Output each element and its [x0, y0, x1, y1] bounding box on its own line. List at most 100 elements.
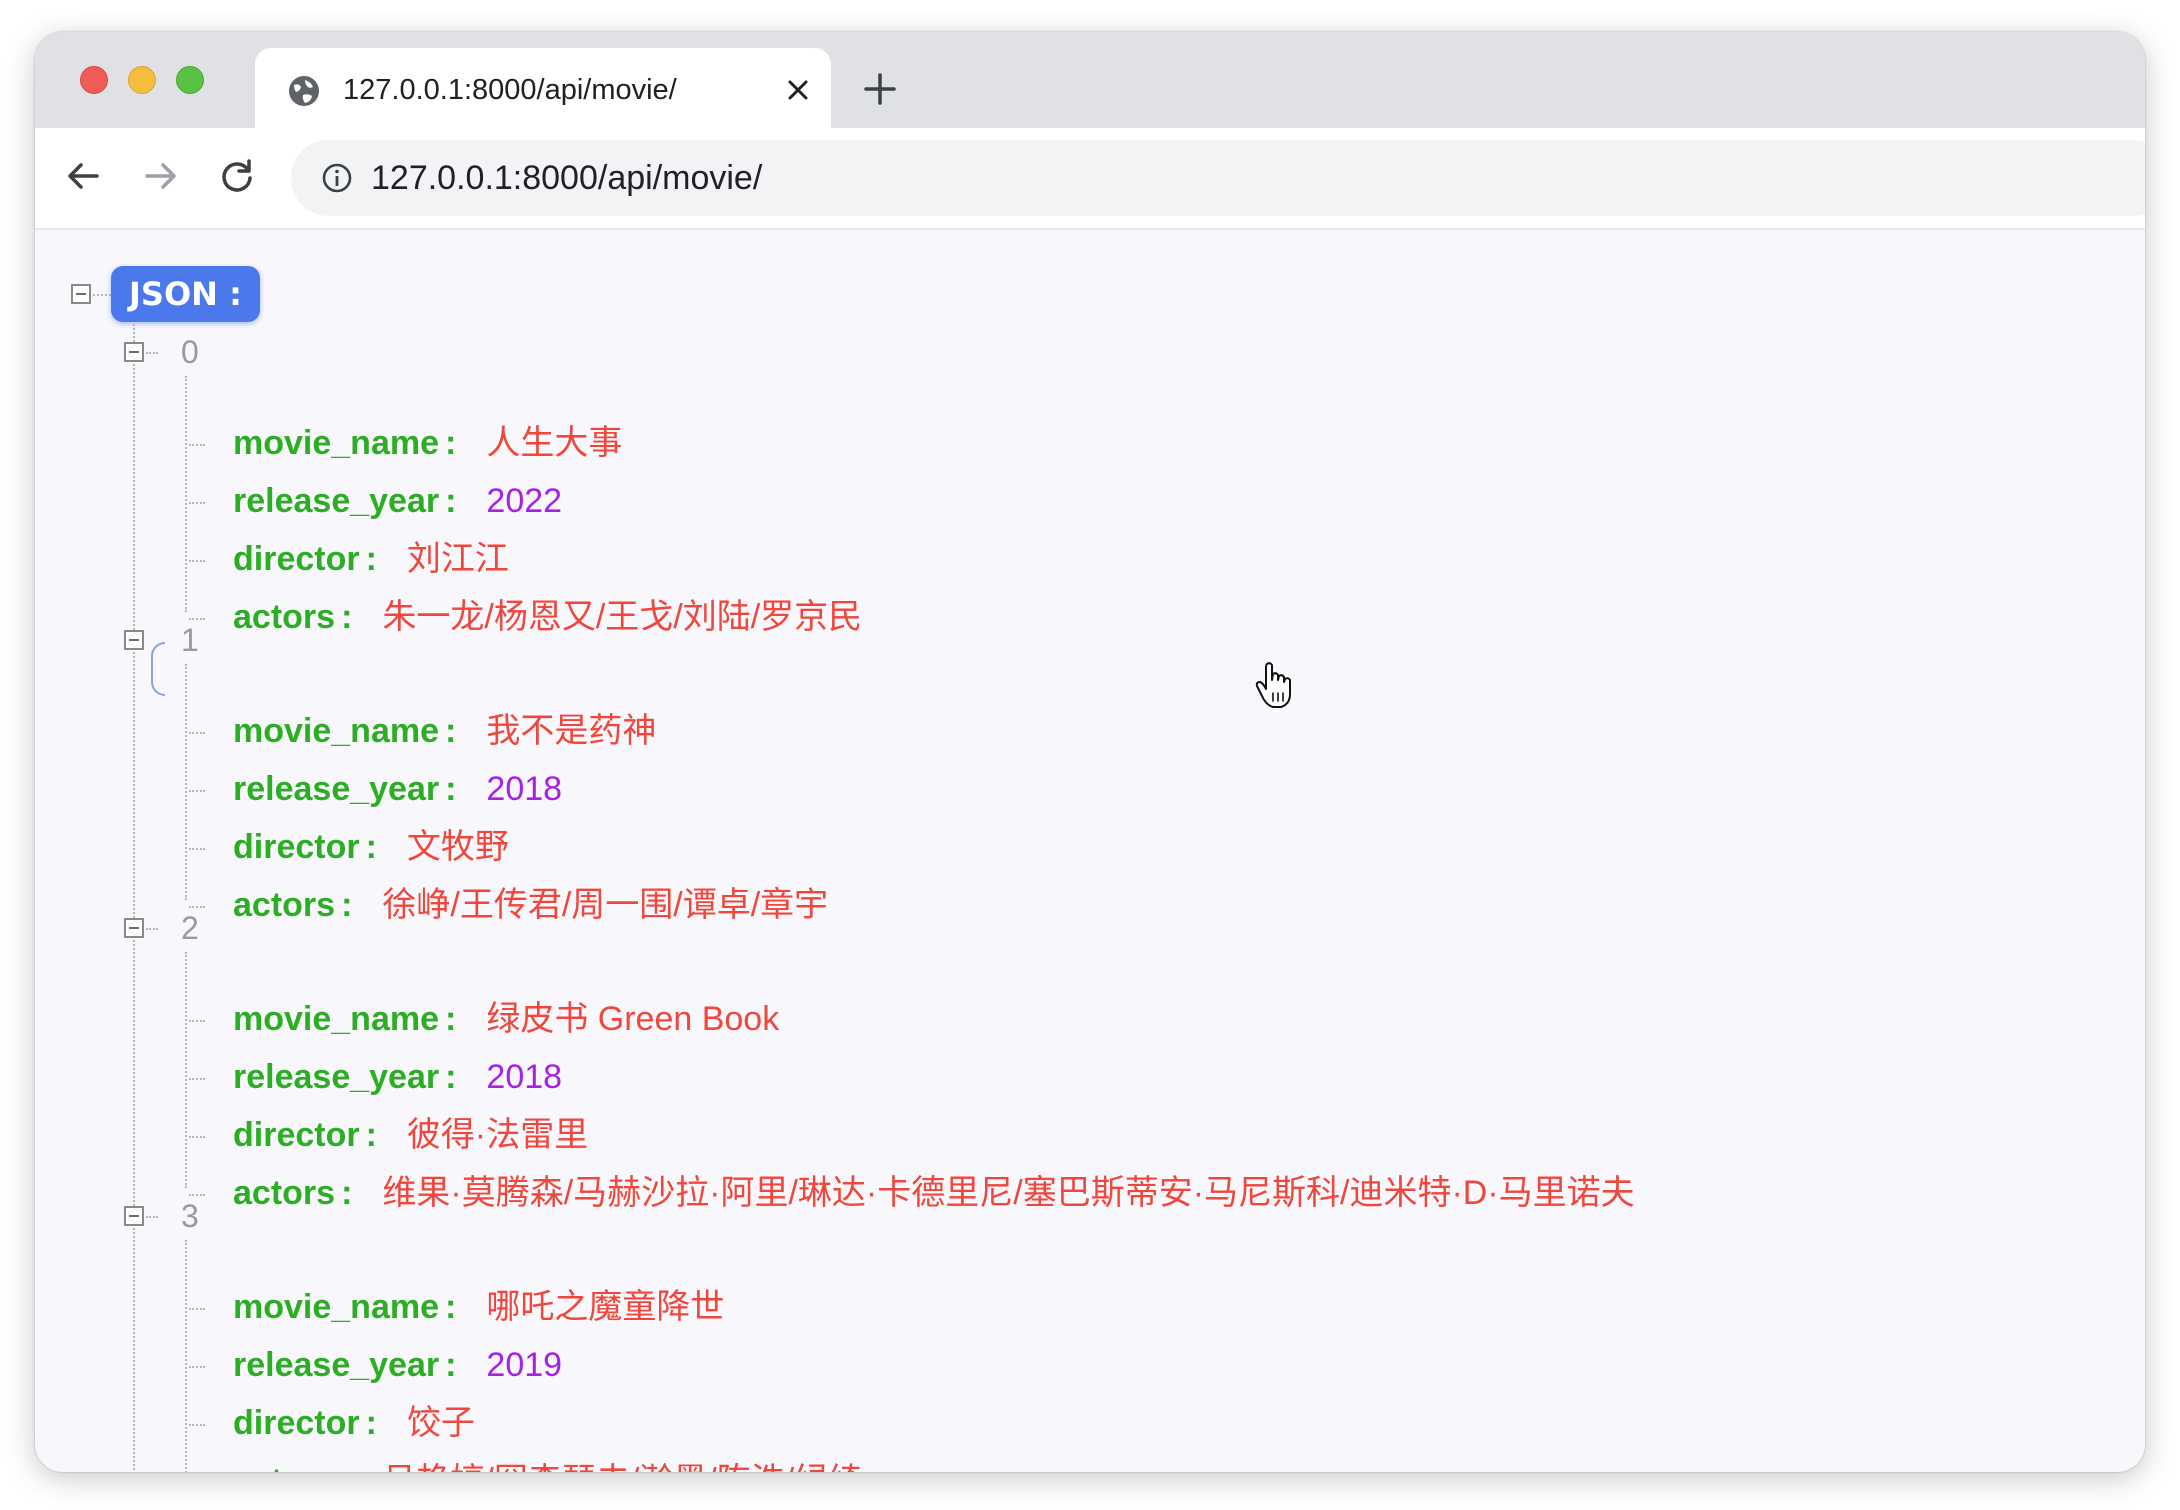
- field-key: release_year: [233, 1346, 440, 1384]
- field-key: actors: [233, 598, 336, 636]
- tree-connector: [189, 1078, 205, 1080]
- field-director: director: 彼得·法雷里: [233, 1110, 588, 1160]
- field-movie-name: movie_name: 哪吒之魔童降世: [233, 1282, 724, 1332]
- back-arrow-icon[interactable]: [63, 156, 103, 196]
- field-value: 刘江江: [406, 540, 509, 578]
- field-actors: actors: 朱一龙/杨恩又/王戈/刘陆/罗京民: [233, 592, 862, 642]
- tree-connector: [189, 502, 205, 504]
- field-value: 人生大事: [486, 424, 623, 462]
- field-actors: actors: 徐峥/王传君/周一围/谭卓/章宇: [233, 880, 828, 930]
- field-colon: :: [445, 712, 457, 750]
- field-key: director: [233, 540, 360, 578]
- tree-connector: [189, 1366, 205, 1368]
- field-release-year: release_year:2018: [233, 764, 562, 814]
- tree-connector: [93, 294, 111, 296]
- collapse-root-icon[interactable]: [71, 284, 91, 304]
- field-colon: :: [445, 1000, 457, 1038]
- open-brace-highlight: [151, 642, 165, 696]
- field-value: 维果·莫腾森/马赫沙拉·阿里/琳达·卡德里尼/塞巴斯蒂安·马尼斯科/迪米特·D·…: [382, 1174, 1635, 1212]
- field-key: release_year: [233, 1058, 440, 1096]
- tree-connector: [189, 1424, 205, 1426]
- field-value: 文牧野: [406, 828, 509, 866]
- field-movie-name: movie_name: 人生大事: [233, 418, 622, 468]
- field-colon: :: [445, 1058, 457, 1096]
- field-key: movie_name: [233, 1288, 439, 1326]
- item-index: 0: [181, 334, 199, 370]
- json-viewer: JSON : 0 movie_name: 人生大事 release_year:20…: [35, 232, 2145, 1472]
- field-value: 2019: [486, 1346, 563, 1384]
- field-value: 2018: [486, 1058, 563, 1096]
- field-colon: :: [445, 424, 457, 462]
- field-key: actors: [233, 1462, 335, 1472]
- item-index: 3: [181, 1198, 199, 1234]
- field-key: director: [233, 828, 360, 866]
- tree-connector: [185, 952, 187, 1188]
- field-director: director: 文牧野: [233, 822, 509, 872]
- field-key: movie_name: [233, 712, 439, 750]
- minimize-window-button[interactable]: [128, 66, 156, 94]
- tree-connector: [189, 1020, 205, 1022]
- field-release-year: release_year:2019: [233, 1340, 562, 1390]
- tree-connector: [185, 1240, 187, 1472]
- field-movie-name: movie_name: 我不是药神: [233, 706, 656, 756]
- json-root-badge[interactable]: JSON :: [111, 266, 260, 322]
- field-key: release_year: [233, 482, 440, 520]
- field-colon: :: [445, 770, 457, 808]
- field-release-year: release_year:2022: [233, 476, 562, 526]
- tree-connector: [146, 928, 158, 930]
- collapse-item-0-icon[interactable]: [124, 342, 144, 362]
- field-colon: :: [365, 1116, 377, 1154]
- tree-connector: [189, 732, 205, 734]
- field-actors: actors: 吕艳婷/囧森瑟夫/瀚墨/陈浩/绿绮: [233, 1456, 862, 1472]
- item-index: 1: [181, 622, 199, 658]
- tree-connector: [189, 848, 205, 850]
- forward-arrow-icon[interactable]: [141, 156, 181, 196]
- field-value: 吕艳婷/囧森瑟夫/瀚墨/陈浩/绿绮: [382, 1462, 862, 1472]
- collapse-item-2-icon[interactable]: [124, 918, 144, 938]
- tree-connector: [189, 790, 205, 792]
- tab-title: 127.0.0.1:8000/api/movie/: [343, 74, 677, 106]
- hand-cursor-icon: [1255, 662, 1291, 708]
- field-value: 2018: [486, 770, 563, 808]
- field-value: 彼得·法雷里: [406, 1116, 589, 1154]
- reload-icon[interactable]: [217, 156, 257, 196]
- field-value: 我不是药神: [486, 712, 657, 750]
- tree-connector: [133, 324, 135, 1472]
- field-release-year: release_year:2018: [233, 1052, 562, 1102]
- field-key: movie_name: [233, 424, 439, 462]
- item-index: 2: [181, 910, 199, 946]
- field-value: 2022: [486, 482, 563, 520]
- maximize-window-button[interactable]: [176, 66, 204, 94]
- field-value: 朱一龙/杨恩又/王戈/刘陆/罗京民: [382, 598, 863, 636]
- field-colon: :: [341, 1462, 352, 1472]
- field-value: 哪吒之魔童降世: [486, 1288, 725, 1326]
- field-director: director: 刘江江: [233, 534, 509, 584]
- collapse-item-3-icon[interactable]: [124, 1206, 144, 1226]
- collapse-item-1-icon[interactable]: [124, 630, 144, 650]
- tree-connector: [189, 560, 205, 562]
- field-value: 绿皮书 Green Book: [486, 1000, 780, 1038]
- browser-window: 127.0.0.1:8000/api/movie/ 127.0.0.1:8000…: [35, 32, 2145, 1472]
- field-value: 徐峥/王传君/周一围/谭卓/章宇: [382, 886, 829, 924]
- field-director: director: 饺子: [233, 1398, 475, 1448]
- field-actors: actors: 维果·莫腾森/马赫沙拉·阿里/琳达·卡德里尼/塞巴斯蒂安·马尼斯科…: [233, 1168, 1635, 1218]
- field-colon: :: [445, 482, 457, 520]
- field-key: actors: [233, 1174, 336, 1212]
- address-bar[interactable]: 127.0.0.1:8000/api/movie/: [291, 140, 2145, 216]
- field-key: release_year: [233, 770, 440, 808]
- tree-connector: [146, 352, 158, 354]
- url-text[interactable]: 127.0.0.1:8000/api/movie/: [371, 156, 762, 200]
- field-colon: :: [341, 1174, 353, 1212]
- field-colon: :: [445, 1346, 457, 1384]
- toolbar: 127.0.0.1:8000/api/movie/: [35, 128, 2145, 230]
- plus-icon[interactable]: [863, 72, 897, 106]
- active-tab[interactable]: 127.0.0.1:8000/api/movie/: [255, 48, 831, 130]
- field-key: director: [233, 1116, 360, 1154]
- close-window-button[interactable]: [80, 66, 108, 94]
- field-colon: :: [341, 598, 353, 636]
- field-value: 饺子: [406, 1404, 475, 1442]
- tree-connector: [146, 1216, 158, 1218]
- info-icon[interactable]: [321, 162, 353, 194]
- close-icon[interactable]: [783, 75, 813, 105]
- tree-connector: [189, 1136, 205, 1138]
